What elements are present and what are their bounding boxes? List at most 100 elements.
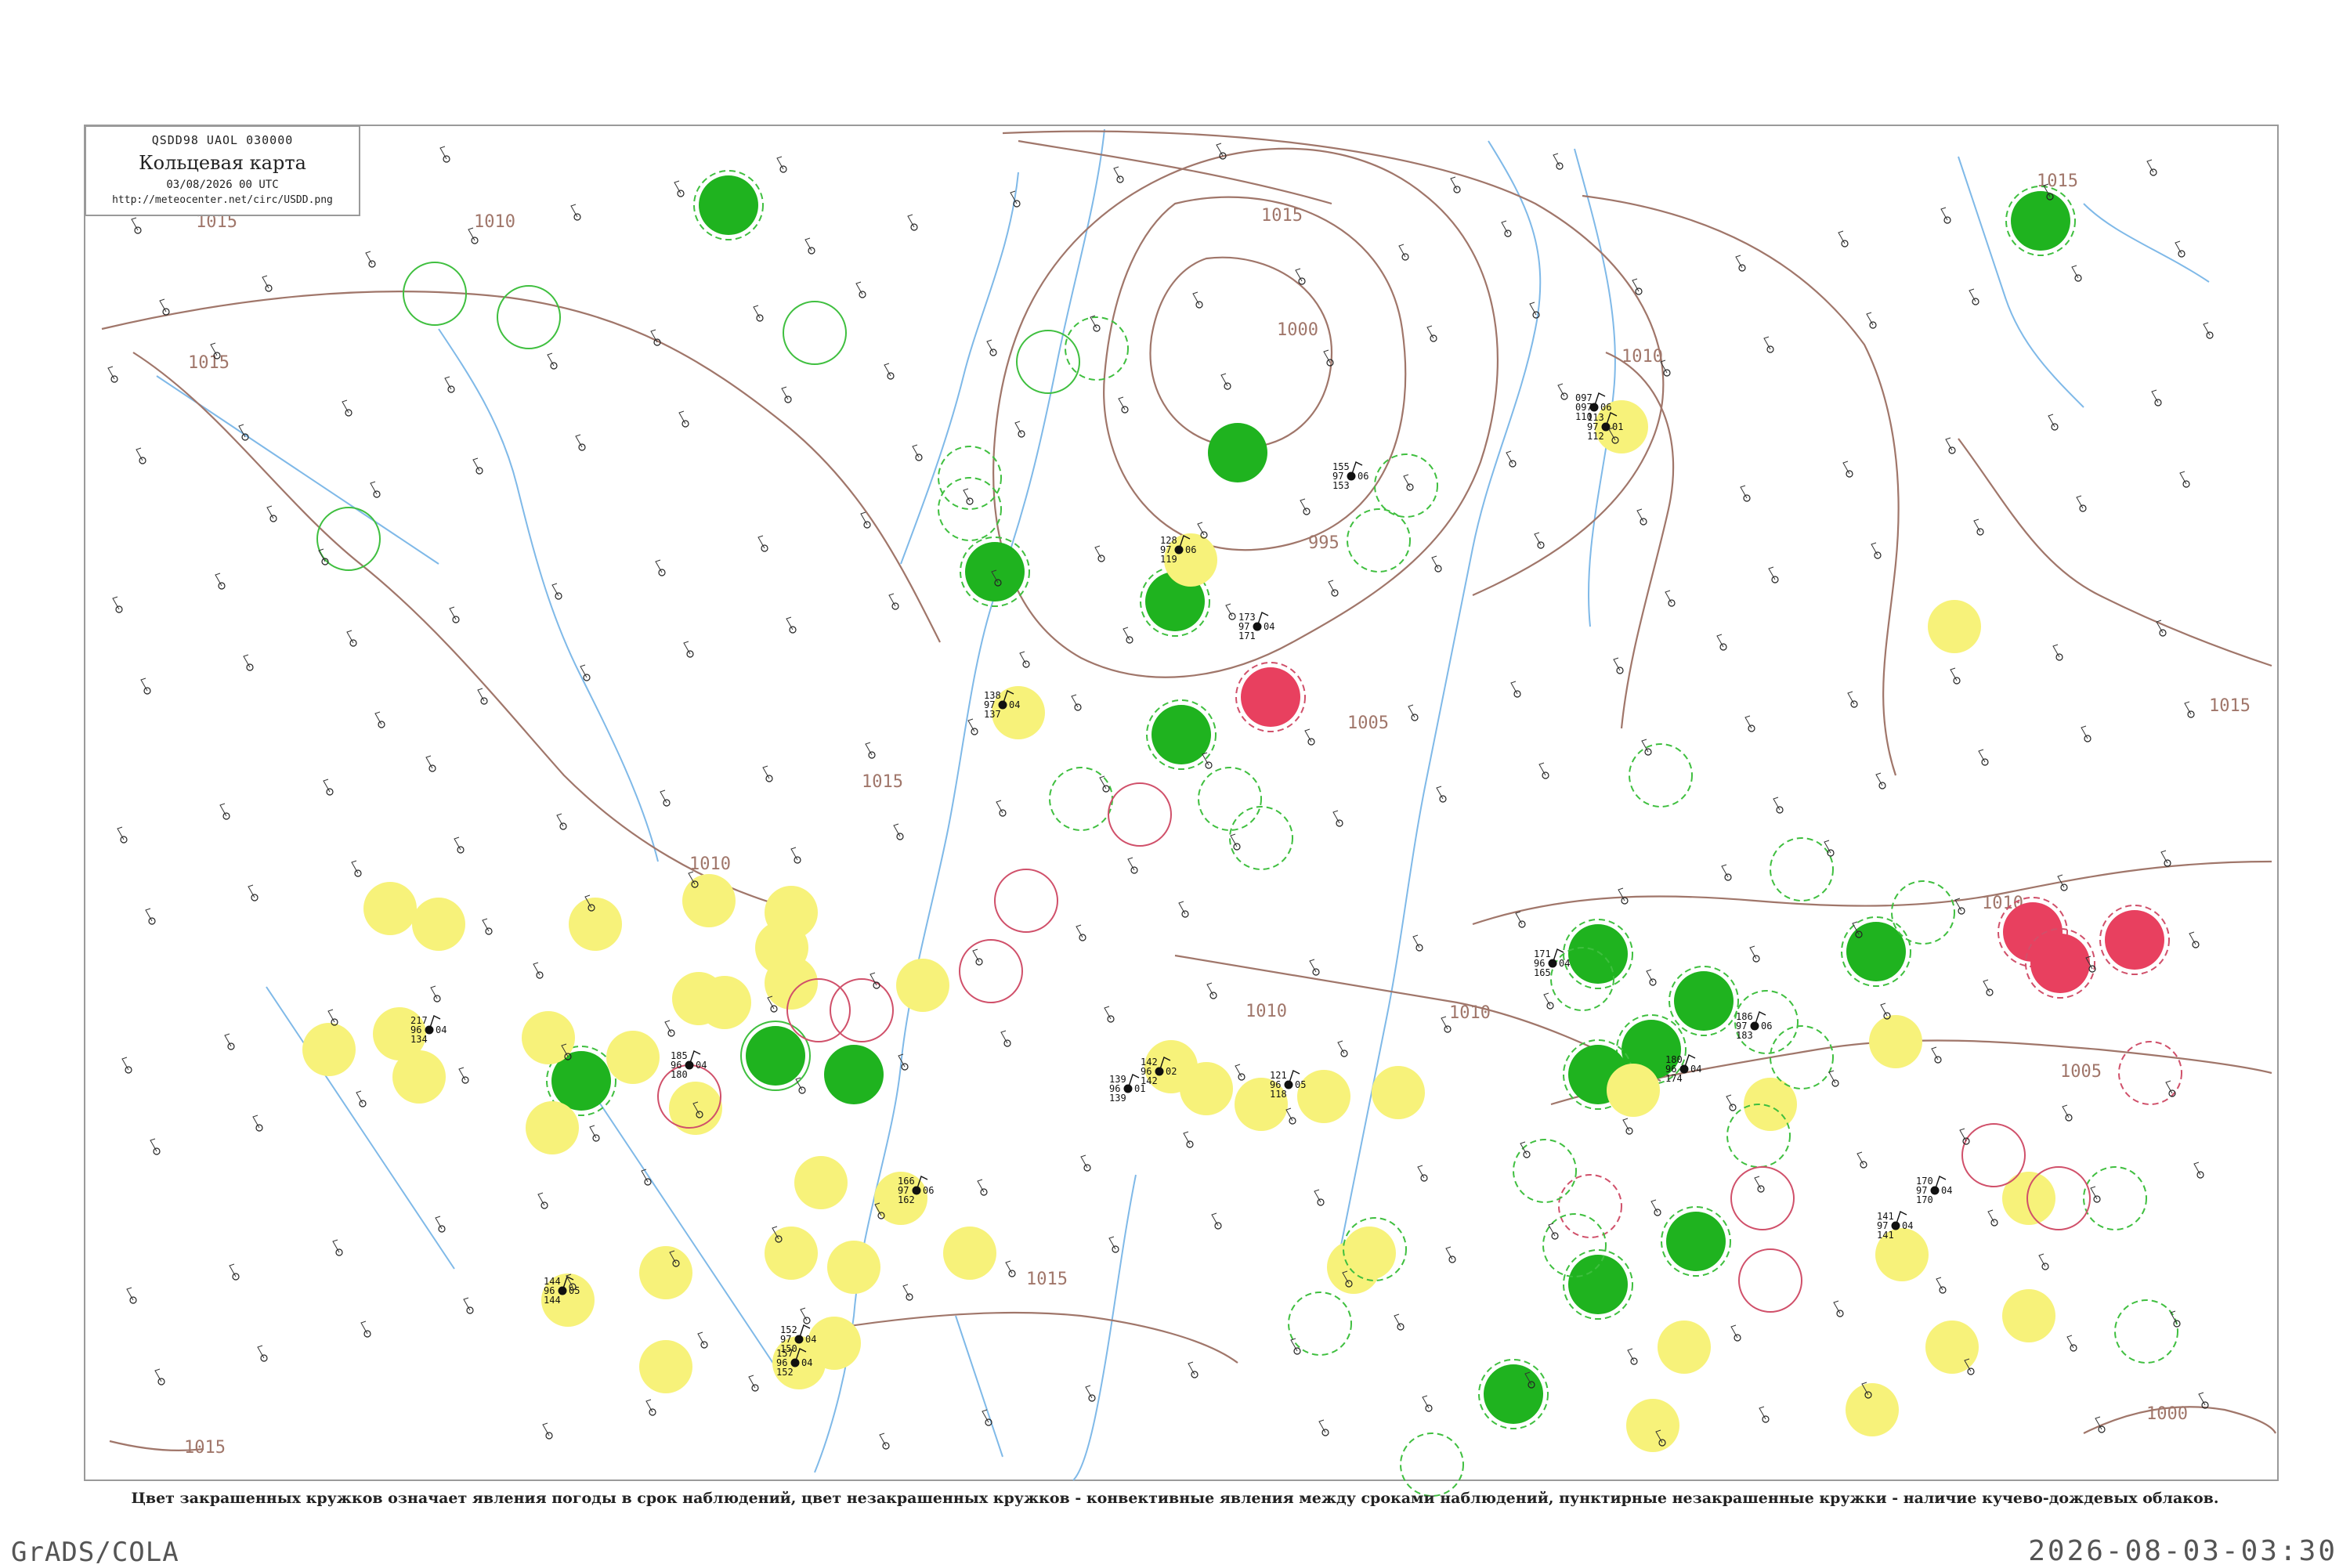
yellow-weather-circle [1846,1383,1899,1436]
station-n: 05 [1295,1079,1306,1090]
green-weather-circle [699,175,758,235]
station-n: 06 [923,1185,934,1196]
yellow-weather-circle [1869,1015,1922,1068]
yellow-weather-circle [526,1101,579,1154]
red-weather-circle [2030,934,2090,993]
station-n: 04 [801,1357,812,1368]
station-n: 04 [1264,621,1274,632]
yellow-weather-circle [392,1050,446,1104]
station-n: 05 [569,1285,580,1296]
isobar-label: 1015 [184,1438,226,1458]
station-d: 174 [1665,1073,1683,1084]
map-date: 03/08/2026 00 UTC [166,179,279,191]
green-weather-circle [1208,423,1267,482]
station-n: 06 [1600,402,1611,413]
yellow-weather-circle [639,1340,692,1393]
yellow-weather-circle [1372,1066,1425,1119]
station-d: 141 [1877,1230,1894,1241]
station-d: 134 [410,1034,428,1045]
station-n: 01 [1134,1083,1145,1094]
station-n: 04 [1690,1064,1701,1075]
isobar-label: 1010 [689,854,731,874]
station-d: 171 [1238,630,1256,641]
red-weather-circle [2105,910,2164,970]
green-weather-circle [1568,1255,1628,1314]
isobar-label: 1015 [1026,1270,1068,1289]
station-d: 165 [1534,967,1551,978]
isobar-label: 1010 [1246,1002,1287,1021]
map-url[interactable]: http://meteocenter.net/circ/USDD.png [86,194,359,206]
station-n: 01 [1612,421,1623,432]
station-n: 06 [1185,544,1196,555]
green-weather-circle [2011,191,2070,251]
green-weather-circle [1152,705,1211,764]
station-d: 162 [898,1194,915,1205]
yellow-weather-circle [1626,1399,1679,1452]
yellow-weather-circle [1180,1062,1233,1115]
yellow-weather-circle [1343,1227,1396,1280]
yellow-weather-circle [698,976,751,1029]
yellow-weather-circle [2002,1289,2055,1342]
yellow-weather-circle [363,882,417,935]
yellow-weather-circle [412,898,465,951]
grads-credit: GrADS/COLA [11,1537,179,1568]
station-d: 183 [1736,1030,1753,1041]
yellow-weather-circle [765,956,818,1010]
yellow-weather-circle [1607,1064,1660,1117]
green-weather-circle [1568,924,1628,984]
station-d: 150 [780,1343,797,1354]
yellow-weather-circle [896,959,949,1012]
map-frame [84,125,2279,1481]
isobar-label: 1010 [1622,347,1663,367]
map-caption: Цвет закрашенных кружков означает явлени… [131,1490,2219,1507]
isobar-label: 1010 [474,212,515,232]
green-weather-circle [1846,922,1906,981]
yellow-weather-circle [943,1227,996,1280]
station-d: 152 [776,1367,794,1378]
isobar-label: 1000 [1277,320,1318,340]
isobar-label: 1015 [2209,696,2251,716]
green-weather-circle [824,1045,884,1104]
yellow-weather-circle [1658,1321,1711,1374]
station-n: 04 [1902,1220,1913,1231]
yellow-weather-circle [639,1246,692,1299]
station-d: 119 [1160,554,1177,565]
station-n: 04 [1941,1185,1952,1196]
station-d: 137 [984,709,1001,720]
green-weather-circle [1484,1364,1543,1424]
render-timestamp: 2026-08-03-03:30 [2028,1535,2337,1567]
map-legend: QSDD98 UAOL 030000 Кольцевая карта 03/08… [85,125,360,216]
station-n: 06 [1761,1021,1772,1031]
isobar-label: 1005 [2060,1062,2102,1082]
yellow-weather-circle [2002,1172,2055,1225]
isobar-label: 1015 [1261,206,1303,226]
station-d: 153 [1332,480,1350,491]
yellow-weather-circle [302,1023,356,1076]
yellow-weather-circle [794,1156,848,1209]
yellow-weather-circle [606,1031,660,1084]
weather-map: 1015101510151015101510151015101510101010… [84,125,2279,1497]
station-d: 139 [1109,1093,1126,1104]
station-n: 04 [696,1060,707,1071]
station-n: 02 [1166,1066,1177,1077]
green-weather-circle [1666,1212,1726,1271]
station-n: 04 [436,1024,446,1035]
station-d: 112 [1587,431,1604,442]
yellow-weather-circle [765,1227,818,1280]
green-weather-circle [965,542,1025,602]
station-d: 170 [1916,1194,1933,1205]
green-weather-circle [746,1026,805,1086]
red-weather-circle [1241,667,1300,727]
yellow-weather-circle [1297,1070,1350,1123]
isobar-label: 1015 [2037,172,2078,191]
green-weather-circle [1674,971,1734,1031]
isobar-label: 1010 [1449,1003,1491,1023]
station-d: 118 [1270,1089,1287,1100]
yellow-weather-circle [827,1241,880,1294]
station-n: 06 [1358,471,1368,482]
yellow-weather-circle [522,1011,575,1064]
station-d: 144 [544,1295,561,1306]
isobar-label: 995 [1308,533,1340,553]
map-title: Кольцевая карта [139,152,306,174]
station-d: 180 [671,1069,688,1080]
